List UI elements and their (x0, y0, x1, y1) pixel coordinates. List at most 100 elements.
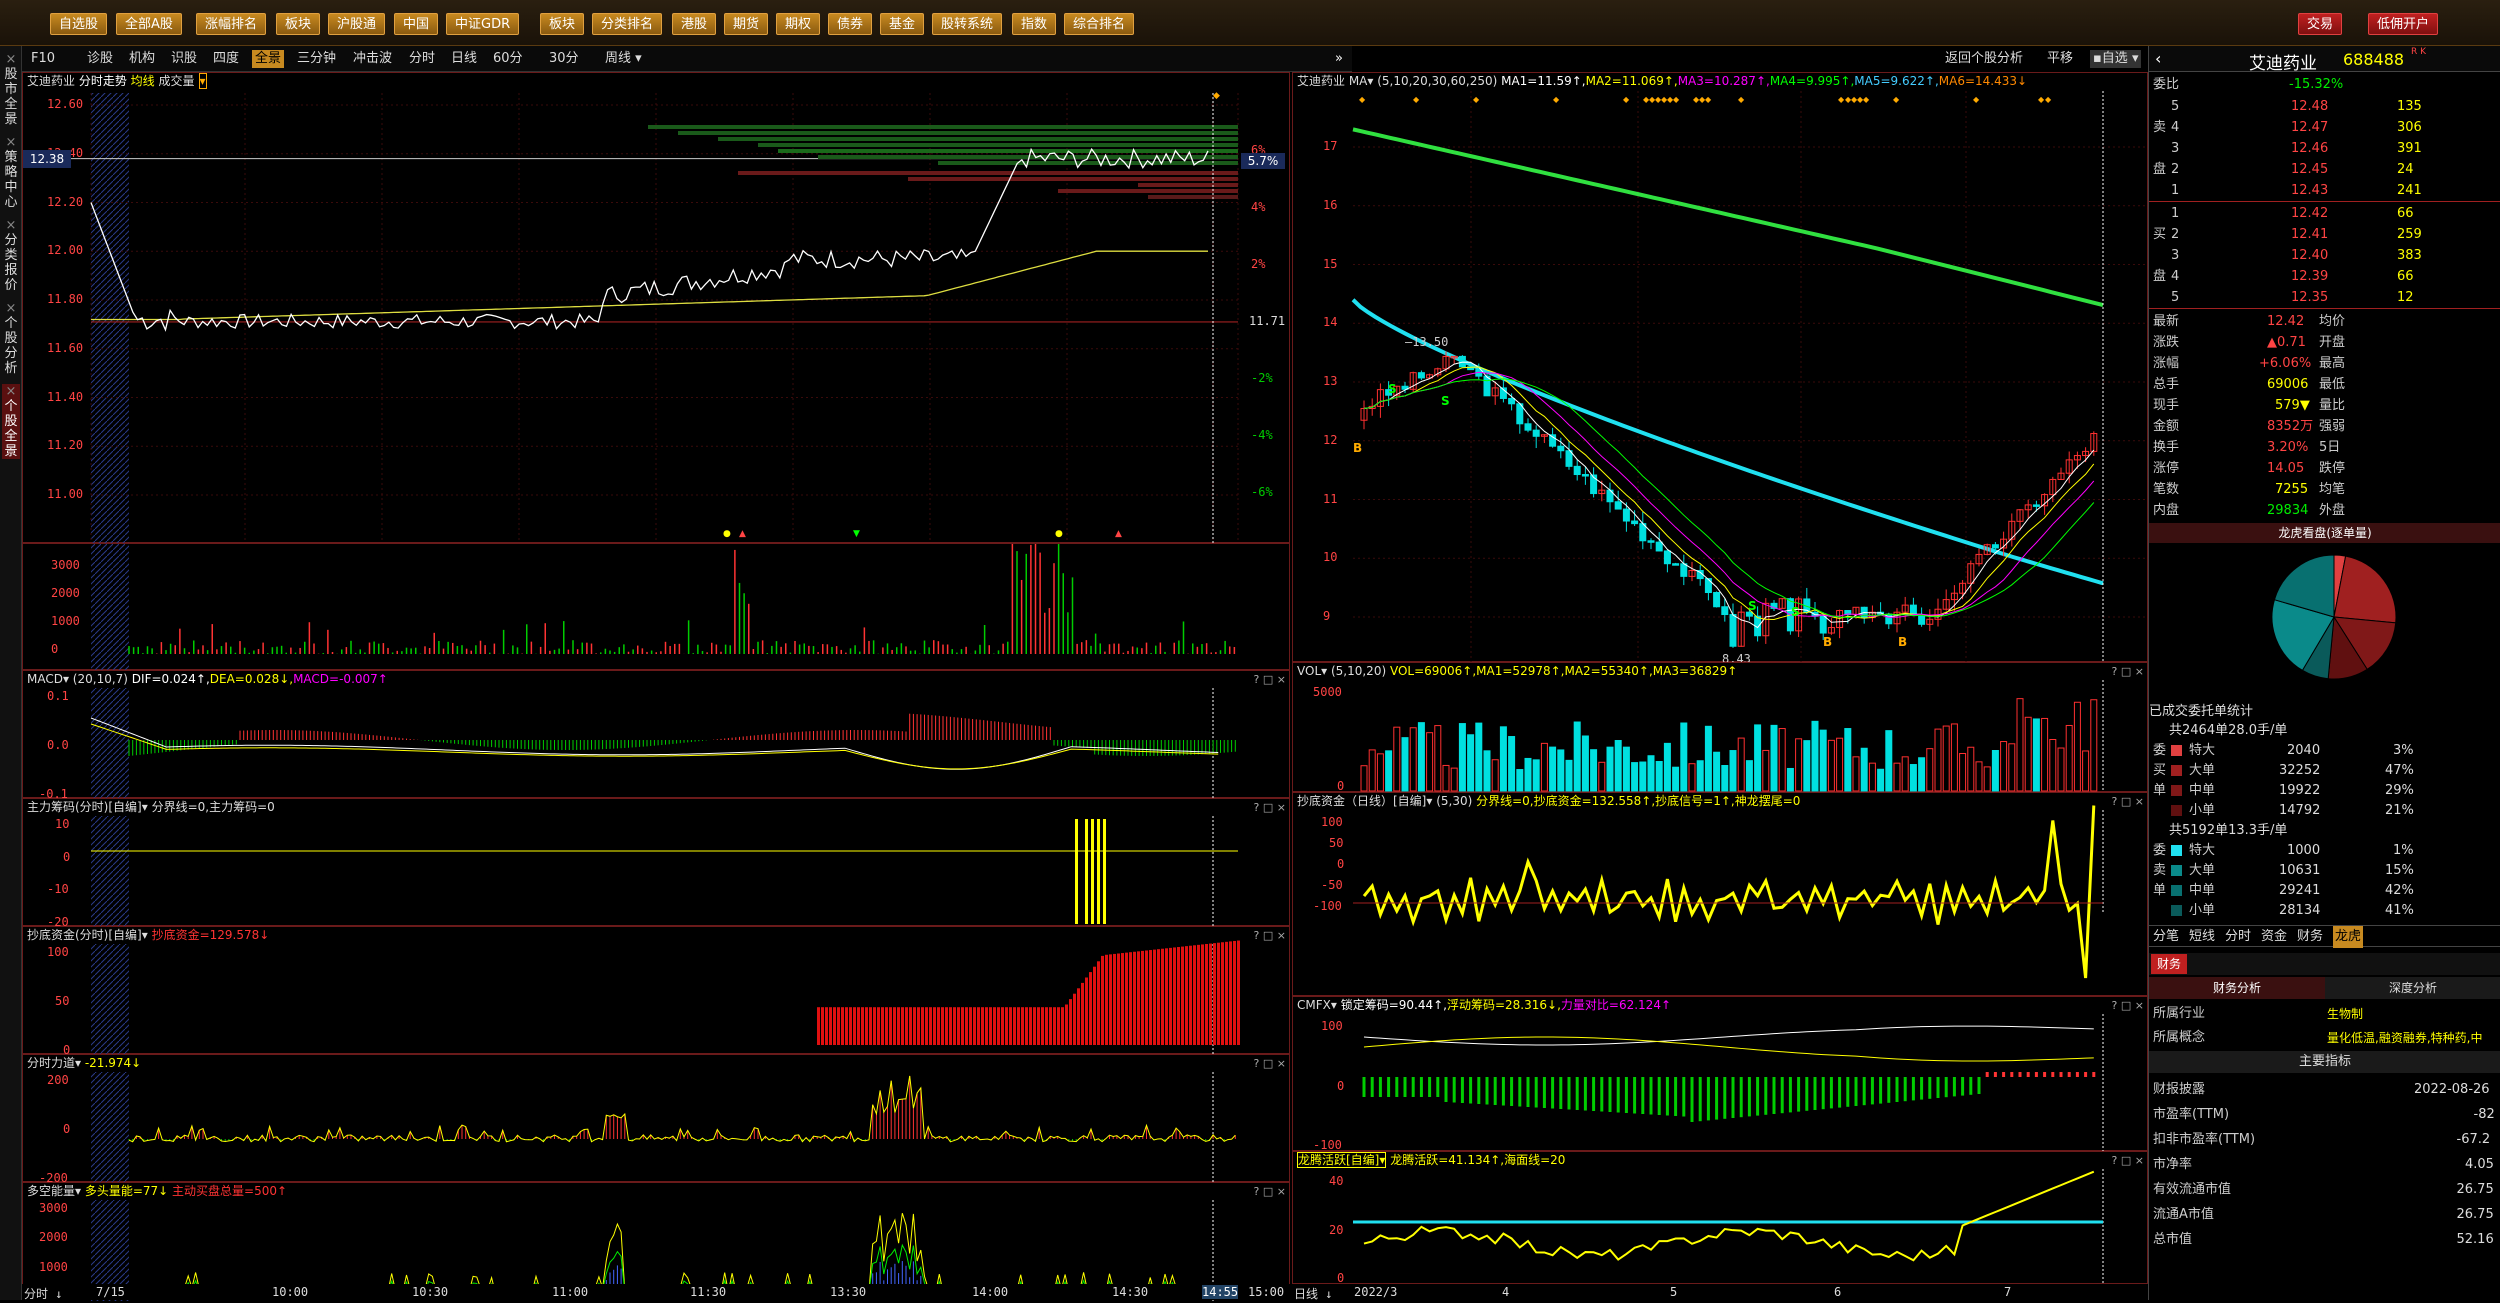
ask-row[interactable]: 3 12.46 391 (2149, 138, 2500, 159)
chaodi-bar (1177, 947, 1180, 1045)
collapse-icon[interactable]: » (1332, 50, 1346, 68)
open-account-button[interactable]: 低佣开户 (2368, 13, 2439, 35)
bid-row[interactable]: 5 12.35 12 (2149, 287, 2500, 308)
quote-tab-2[interactable]: 分时 (2225, 926, 2251, 948)
kline-vol-bar (1959, 752, 1967, 792)
left-tab-0[interactable]: × 股市全景 (2, 52, 20, 127)
time-tick: 10:00 (272, 1285, 309, 1299)
toolbar-right-0[interactable]: 返回个股分析 (1942, 50, 2026, 68)
tab-close-icon[interactable]: × (2, 301, 20, 316)
top-button-16[interactable]: 综合排名 (1064, 13, 1135, 35)
quote-tab-4[interactable]: 财务 (2297, 926, 2323, 948)
fin-value: 26.75 (2456, 1207, 2494, 1222)
toolbar-item-8[interactable]: 分时 (406, 50, 438, 68)
left-tab-1[interactable]: × 策略中心 (2, 135, 20, 210)
top-button-7[interactable]: 板块 (540, 13, 585, 35)
deep-analysis-tab[interactable]: 深度分析 (2325, 977, 2500, 999)
order-row: 单 中单 19922 29% (2149, 781, 2500, 801)
toolbar-item-6[interactable]: 三分钟 (294, 50, 339, 68)
kline-vol-bar (1614, 740, 1622, 792)
chaodi-bar (1081, 982, 1084, 1045)
tab-close-icon[interactable]: × (2, 384, 20, 399)
top-button-11[interactable]: 期权 (776, 13, 821, 35)
top-button-12[interactable]: 债券 (828, 13, 873, 35)
chaodi-bar (845, 1007, 848, 1045)
toolbar-item-0[interactable]: F10 (28, 50, 58, 68)
fin-tab[interactable]: 财务 (2151, 954, 2188, 974)
toolbar-item-1[interactable]: 诊股 (84, 50, 116, 68)
chaodi-bar (1089, 972, 1092, 1045)
toolbar-right-2[interactable]: ▪自选 ▾ (2090, 50, 2142, 68)
quote-tab-0[interactable]: 分笔 (2153, 926, 2179, 948)
top-button-10[interactable]: 期货 (724, 13, 769, 35)
top-button-8[interactable]: 分类排名 (592, 13, 663, 35)
quote-tab-3[interactable]: 资金 (2261, 926, 2287, 948)
date-tick: 4 (1502, 1285, 1510, 1299)
ask-row[interactable]: 卖 4 12.47 306 (2149, 117, 2500, 138)
toolbar-item-9[interactable]: 日线 (448, 50, 480, 68)
order-volume: 19922 (2279, 783, 2321, 798)
toolbar-item-10[interactable]: 60分 (490, 50, 526, 68)
toolbar-item-2[interactable]: 机构 (126, 50, 158, 68)
chaodi-bar (1053, 1007, 1056, 1045)
kline-vol-bar (1524, 757, 1532, 792)
candle (1991, 544, 1999, 549)
trade-button[interactable]: 交易 (2298, 13, 2343, 35)
fin-analysis-tab[interactable]: 财务分析 (2149, 977, 2325, 999)
bid-row[interactable]: 1 12.42 66 (2149, 203, 2500, 224)
date-axis-mode[interactable]: 日线 ↓ (1294, 1285, 1332, 1302)
top-button-1[interactable]: 全部A股 (116, 13, 182, 35)
back-icon[interactable]: ‹ (2155, 49, 2161, 68)
toolbar-item-12[interactable]: 周线 ▾ (602, 50, 645, 68)
tab-close-icon[interactable]: × (2, 218, 20, 233)
bid-price: 12.40 (2291, 248, 2329, 263)
ask-row[interactable]: 盘 2 12.45 24 (2149, 159, 2500, 180)
toolbar-item-11[interactable]: 30分 (546, 50, 582, 68)
order-block-head: 共5192单13.3手/单 (2149, 821, 2500, 841)
top-button-5[interactable]: 中国 (394, 13, 439, 35)
bid-row[interactable]: 3 12.40 383 (2149, 245, 2500, 266)
sub-axis-tick: 0 (63, 849, 71, 864)
kline-price-tick: 11 (1323, 491, 1338, 506)
left-tab-3[interactable]: × 个股分析 (2, 301, 20, 376)
top-button-9[interactable]: 港股 (672, 13, 717, 35)
ask-row[interactable]: 1 12.43 241 (2149, 180, 2500, 201)
toolbar-item-3[interactable]: 识股 (168, 50, 200, 68)
ask-row[interactable]: 5 12.48 135 (2149, 96, 2500, 117)
kline-vol-bar (2082, 750, 2090, 792)
top-button-6[interactable]: 中证GDR (446, 13, 520, 35)
kline-vol-bar (1819, 729, 1827, 792)
left-tab-2[interactable]: × 分类报价 (2, 218, 20, 293)
tab-close-icon[interactable]: × (2, 135, 20, 150)
quote-tab-1[interactable]: 短线 (2189, 926, 2215, 948)
bid-row[interactable]: 盘 4 12.39 66 (2149, 266, 2500, 287)
top-button-2[interactable]: 涨幅排名 (196, 13, 267, 35)
toolbar-item-5[interactable]: 全景 (252, 50, 285, 68)
bid-row[interactable]: 买 2 12.41 259 (2149, 224, 2500, 245)
date-axis: 日线 ↓ 2022/3 4 5 6 7 (1292, 1284, 2148, 1302)
time-tick: 14:00 (972, 1285, 1009, 1299)
chaodi-bar (1041, 1007, 1044, 1045)
chaodi-bar (1009, 1007, 1012, 1045)
quote-tab-5[interactable]: 龙虎 (2333, 926, 2364, 948)
tab-close-icon[interactable]: × (2, 52, 20, 67)
top-button-3[interactable]: 板块 (276, 13, 321, 35)
toolbar-item-4[interactable]: 四度 (210, 50, 242, 68)
chaodi-bar (913, 1007, 916, 1045)
toolbar-right-1[interactable]: 平移 (2044, 50, 2076, 68)
left-tab-4[interactable]: × 个股全景 (2, 384, 20, 459)
signal-marker: ▲ (739, 529, 746, 539)
order-side: 委 (2153, 843, 2167, 858)
top-button-13[interactable]: 基金 (880, 13, 925, 35)
kline-vol-bar (1721, 764, 1729, 792)
order-type: 特大 (2189, 843, 2216, 858)
pie-slice (2333, 555, 2397, 624)
top-button-14[interactable]: 股转系统 (932, 13, 1003, 35)
top-button-15[interactable]: 指数 (1012, 13, 1057, 35)
top-button-0[interactable]: 自选股 (50, 13, 108, 35)
time-axis-mode[interactable]: 分时 ↓ (24, 1285, 62, 1302)
top-button-4[interactable]: 沪股通 (328, 13, 386, 35)
chaodi-bar (1169, 947, 1172, 1045)
toolbar-item-7[interactable]: 冲击波 (350, 50, 395, 68)
chaodi-bar (1185, 946, 1188, 1045)
